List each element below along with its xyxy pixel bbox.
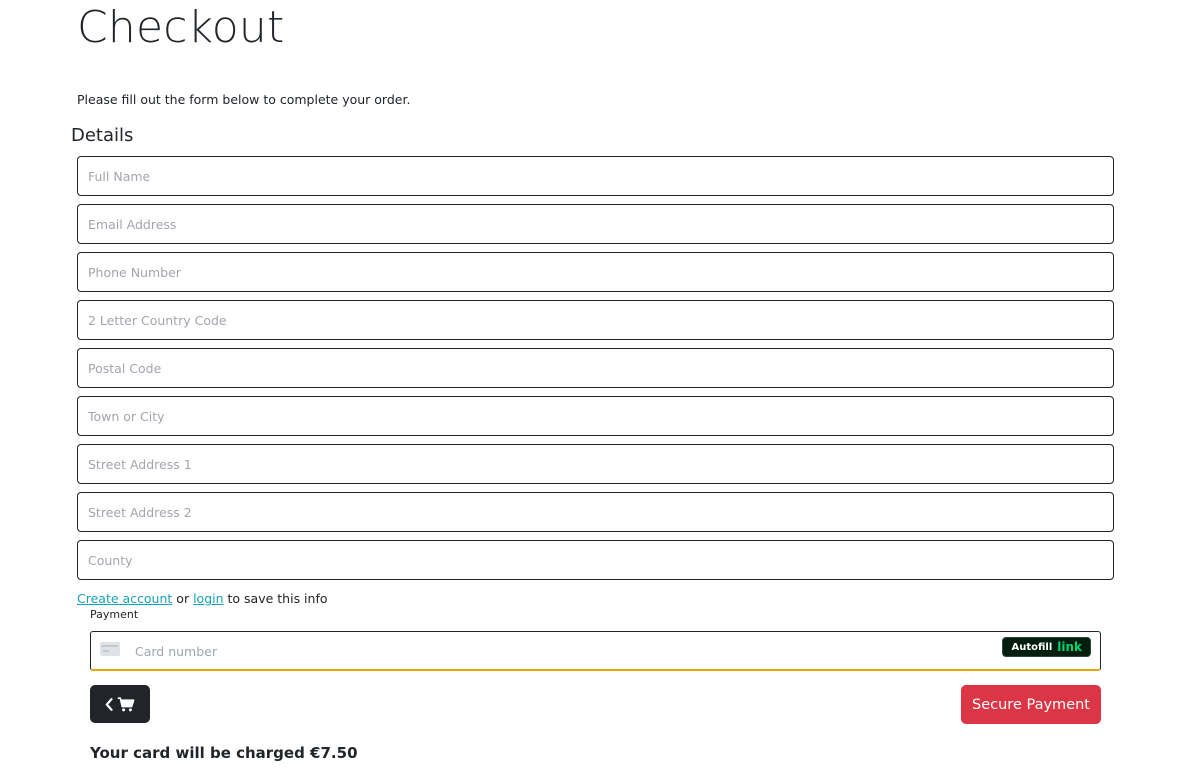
credit-card-icon (100, 642, 120, 656)
link-logo: link (1057, 640, 1082, 654)
or-text: or (176, 591, 190, 606)
chevron-left-icon (105, 697, 113, 711)
create-account-link[interactable]: Create account (77, 591, 172, 606)
intro-text: Please fill out the form below to comple… (77, 92, 411, 107)
secure-payment-button[interactable]: Secure Payment (961, 685, 1101, 724)
autofill-link-button[interactable]: Autofill link (1002, 637, 1091, 657)
checkout-page: Checkout Please fill out the form below … (0, 0, 1187, 783)
card-number-field[interactable]: Autofill link (90, 631, 1101, 671)
street-address-2-input[interactable] (77, 492, 1114, 532)
payment-label: Payment (90, 608, 139, 621)
county-input[interactable] (77, 540, 1114, 580)
full-name-input[interactable] (77, 156, 1114, 196)
login-link[interactable]: login (193, 591, 223, 606)
street-address-1-input[interactable] (77, 444, 1114, 484)
cart-icon (117, 696, 135, 711)
details-heading: Details (71, 125, 134, 146)
country-code-input[interactable] (77, 300, 1114, 340)
town-city-input[interactable] (77, 396, 1114, 436)
page-title: Checkout (77, 2, 285, 53)
email-input[interactable] (77, 204, 1114, 244)
save-info-suffix: to save this info (227, 591, 328, 606)
card-number-input[interactable] (135, 638, 995, 664)
postal-code-input[interactable] (77, 348, 1114, 388)
save-info-line: Create account or login to save this inf… (77, 590, 328, 607)
phone-input[interactable] (77, 252, 1114, 292)
charge-amount-text: Your card will be charged €7.50 (90, 744, 358, 762)
details-form (77, 156, 1114, 588)
autofill-text: Autofill (1011, 641, 1053, 653)
back-to-cart-button[interactable] (90, 685, 150, 723)
